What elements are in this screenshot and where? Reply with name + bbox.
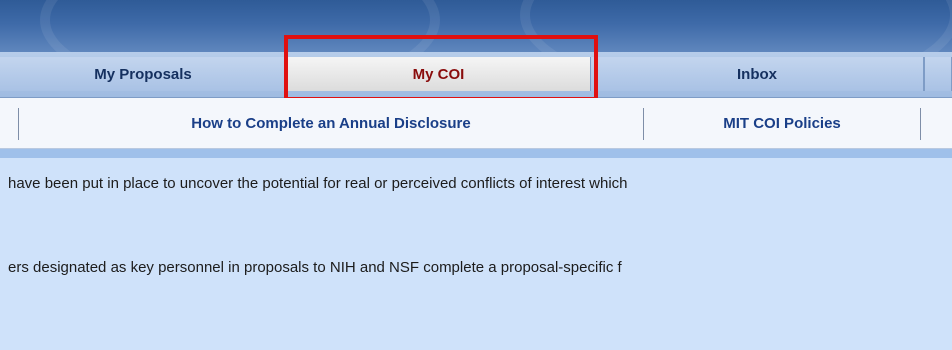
main-tab-bar: My Proposals My COI Inbox: [0, 52, 952, 98]
header-banner: [0, 0, 952, 52]
tab-my-coi[interactable]: My COI: [287, 57, 591, 91]
content-paragraph: ers designated as key personnel in propo…: [8, 259, 622, 276]
content-paragraph: have been put in place to uncover the po…: [8, 175, 628, 192]
banner-decoration: [40, 0, 440, 52]
subnav-link-coi-policies[interactable]: MIT COI Policies: [644, 98, 920, 148]
subnav-divider: [920, 108, 921, 140]
content-area: have been put in place to uncover the po…: [0, 158, 952, 350]
tab-my-proposals[interactable]: My Proposals: [0, 57, 287, 91]
banner-decoration: [520, 0, 952, 52]
sub-navigation: How to Complete an Annual Disclosure MIT…: [0, 98, 952, 149]
subnav-link-annual-disclosure[interactable]: How to Complete an Annual Disclosure: [19, 98, 643, 148]
tab-inbox[interactable]: Inbox: [591, 57, 924, 91]
subnav-strip: [0, 149, 952, 158]
tab-next[interactable]: [924, 57, 952, 91]
